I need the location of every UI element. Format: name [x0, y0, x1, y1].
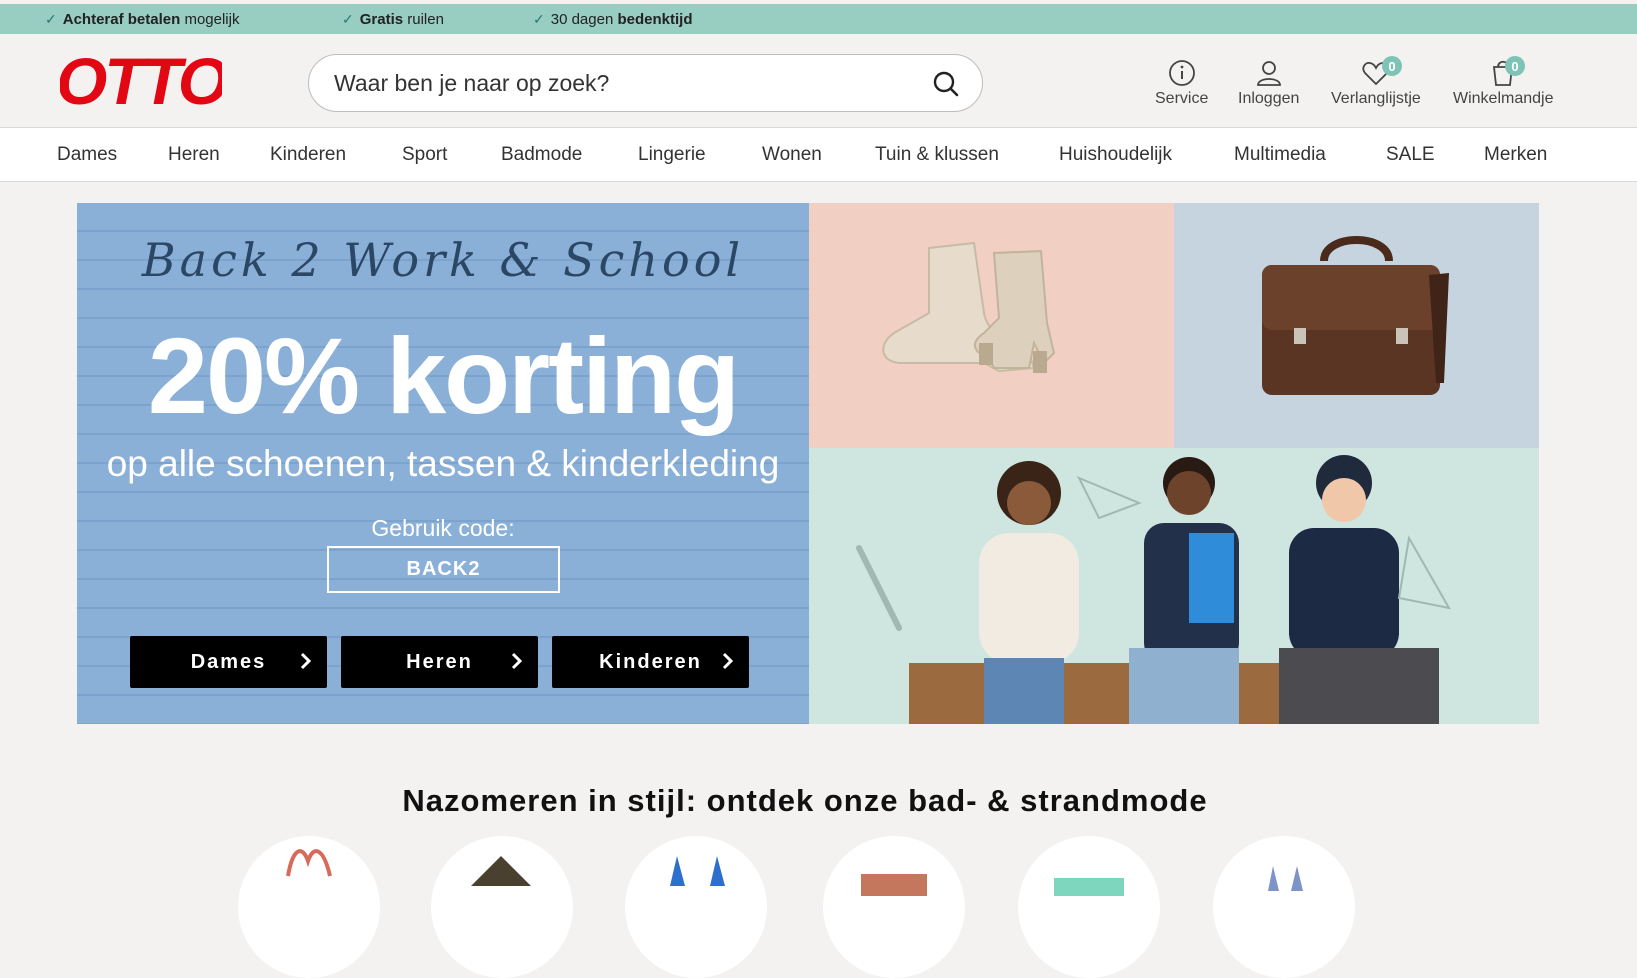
service-label: Service: [1155, 90, 1209, 107]
category-circle[interactable]: [823, 836, 965, 978]
cart-badge: 0: [1505, 56, 1525, 76]
nav-item-heren[interactable]: Heren: [168, 128, 220, 182]
hero-promo-panel: Back 2 Work & School 20% korting op alle…: [77, 203, 809, 724]
login-button[interactable]: Inloggen: [1238, 58, 1299, 108]
wishlist-badge: 0: [1382, 56, 1402, 76]
usp-item-returns: ✓ Gratis ruilen: [342, 4, 444, 34]
svg-text:OTTO: OTTO: [60, 54, 222, 110]
hero-description: op alle schoenen, tassen & kinderkleding: [106, 443, 780, 484]
hero-subtitle: Back 2 Work & School: [141, 233, 745, 287]
hero-dames-button[interactable]: Dames: [130, 636, 327, 688]
header: OTTO Service Inloggen 0 Verlanglijstje: [0, 34, 1637, 128]
nav-item-wonen[interactable]: Wonen: [762, 128, 822, 182]
usp-bold: Achteraf betalen: [62, 10, 181, 28]
wishlist-button[interactable]: 0 Verlanglijstje: [1331, 56, 1421, 108]
search-input[interactable]: [334, 69, 894, 97]
nav-item-badmode[interactable]: Badmode: [501, 128, 582, 182]
usp-item-reflection: ✓ 30 dagen bedenktijd: [533, 4, 692, 34]
check-icon: ✓: [533, 10, 545, 27]
swimsuit-illustration: [471, 856, 531, 886]
category-circle[interactable]: [238, 836, 380, 978]
usp-text: mogelijk: [180, 10, 240, 28]
check-icon: ✓: [45, 10, 57, 27]
usp-item-payment: ✓ Achteraf betalen mogelijk: [45, 4, 239, 34]
cart-label: Winkelmandje: [1453, 90, 1554, 107]
usp-text: ruilen: [403, 10, 444, 28]
check-icon: ✓: [342, 10, 354, 27]
nav-item-kinderen[interactable]: Kinderen: [270, 128, 346, 182]
hero-heren-button[interactable]: Heren: [341, 636, 538, 688]
search-icon[interactable]: [932, 70, 960, 98]
nav-item-lingerie[interactable]: Lingerie: [638, 128, 706, 182]
search-bar: [308, 54, 983, 112]
kids-image[interactable]: [809, 448, 1539, 724]
usp-bold: bedenktijd: [617, 10, 693, 28]
boots-image[interactable]: [809, 203, 1174, 448]
nav-item-sport[interactable]: Sport: [402, 128, 447, 182]
service-button[interactable]: Service: [1155, 58, 1208, 108]
nav-item-huishoudelijk[interactable]: Huishoudelijk: [1059, 128, 1172, 182]
bag-image[interactable]: [1174, 203, 1539, 448]
chevron-right-icon: [511, 652, 523, 670]
nav-item-dames[interactable]: Dames: [57, 128, 117, 182]
hero-kinderen-label: Kinderen: [599, 650, 702, 673]
hero-title: 20% korting: [147, 315, 740, 436]
usp-text: 30 dagen: [550, 10, 618, 28]
login-label: Inloggen: [1238, 90, 1300, 107]
nav-item-multimedia[interactable]: Multimedia: [1234, 128, 1326, 182]
hero-dames-label: Dames: [190, 650, 267, 673]
nav-item-tuin-klussen[interactable]: Tuin & klussen: [875, 128, 999, 182]
nav-item-sale[interactable]: SALE: [1386, 128, 1435, 182]
cart-button[interactable]: 0 Winkelmandje: [1453, 56, 1554, 108]
chevron-right-icon: [722, 652, 734, 670]
bikini-blue-illustration: [670, 856, 725, 886]
hero-kinderen-button[interactable]: Kinderen: [552, 636, 749, 688]
bikini-top-illustration: [286, 849, 332, 877]
info-icon: [1168, 60, 1195, 86]
leather-bag-illustration: [1262, 236, 1449, 395]
nav-item-merken[interactable]: Merken: [1484, 128, 1547, 182]
usp-bar: ✓ Achteraf betalen mogelijk ✓ Gratis rui…: [0, 4, 1637, 34]
shorts-illustration: [861, 874, 927, 896]
hero-heren-label: Heren: [406, 650, 473, 673]
category-circle[interactable]: [1213, 836, 1355, 978]
user-icon: [1256, 61, 1281, 86]
category-circle[interactable]: [625, 836, 767, 978]
otto-logo[interactable]: OTTO: [60, 54, 222, 110]
section-title: Nazomeren in stijl: ontdek onze bad- & s…: [402, 783, 1208, 818]
swimsuit-light-illustration: [1268, 866, 1303, 891]
main-nav: Dames Heren Kinderen Sport Badmode Linge…: [0, 128, 1637, 182]
usp-bold: Gratis: [359, 10, 404, 28]
swim-shorts-illustration: [1054, 878, 1124, 896]
hero-promo-code: BACK2: [327, 546, 560, 593]
hero-code-label: Gebruik code:: [371, 515, 515, 541]
hero-banner[interactable]: Back 2 Work & School 20% korting op alle…: [77, 203, 1539, 724]
category-circle[interactable]: [431, 836, 573, 978]
ankle-boots-illustration: [882, 241, 1056, 373]
chevron-right-icon: [300, 652, 312, 670]
wishlist-label: Verlanglijstje: [1331, 90, 1421, 107]
category-circle[interactable]: [1018, 836, 1160, 978]
kids-photo-illustration: [856, 455, 1451, 724]
